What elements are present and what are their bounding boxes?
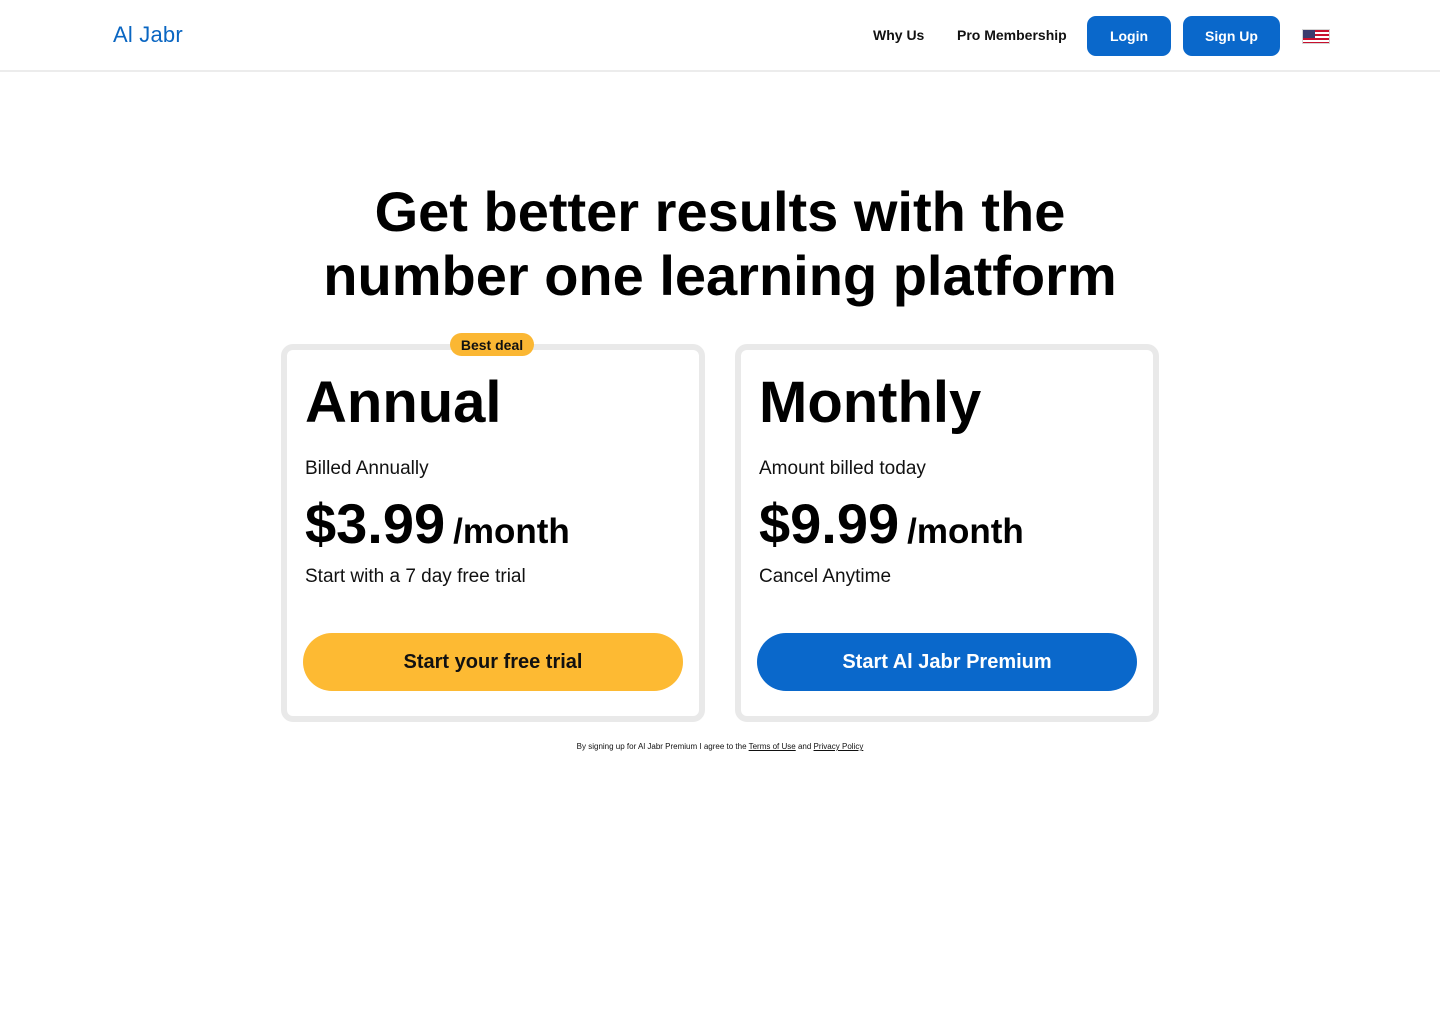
monthly-price-row: $9.99/month [759, 490, 1024, 558]
headline-line-2: number one learning platform [323, 244, 1117, 307]
annual-price-period: /month [453, 512, 570, 551]
start-free-trial-button[interactable]: Start your free trial [303, 633, 683, 691]
monthly-billing-text: Amount billed today [759, 458, 926, 479]
annual-plan-card: Annual Billed Annually $3.99/month Start… [281, 344, 705, 722]
annual-plan-note: Start with a 7 day free trial [305, 566, 526, 587]
site-logo[interactable]: Al Jabr [113, 22, 183, 48]
monthly-plan-note: Cancel Anytime [759, 566, 892, 587]
monthly-price-period: /month [907, 512, 1024, 551]
monthly-price: $9.99 [759, 492, 900, 555]
terms-disclaimer: By signing up for Al Jabr Premium I agre… [0, 742, 1440, 751]
nav-why-us-link[interactable]: Why Us [873, 27, 924, 43]
annual-billing-text: Billed Annually [305, 458, 429, 479]
annual-price: $3.99 [305, 492, 446, 555]
annual-plan-title: Annual [305, 370, 502, 435]
headline-line-1: Get better results with the [374, 180, 1066, 243]
nav-pro-membership-link[interactable]: Pro Membership [957, 27, 1067, 43]
sign-up-button[interactable]: Sign Up [1183, 16, 1280, 56]
flag-canton [1303, 30, 1315, 38]
terms-and-text: and [795, 742, 814, 751]
annual-price-row: $3.99/month [305, 490, 570, 558]
monthly-plan-title: Monthly [759, 370, 982, 435]
terms-prefix-text: By signing up for Al Jabr Premium I agre… [576, 742, 749, 751]
monthly-plan-card: Monthly Amount billed today $9.99/month … [735, 344, 1159, 722]
start-premium-button[interactable]: Start Al Jabr Premium [757, 633, 1137, 691]
terms-of-use-link[interactable]: Terms of Use [749, 742, 796, 751]
login-button[interactable]: Login [1087, 16, 1171, 56]
page-headline: Get better results with the number one l… [0, 180, 1440, 308]
best-deal-badge: Best deal [450, 333, 534, 356]
privacy-policy-link[interactable]: Privacy Policy [814, 742, 864, 751]
us-flag-icon[interactable] [1302, 29, 1330, 44]
top-navigation-bar: Al Jabr Why Us Pro Membership Login Sign… [0, 0, 1440, 72]
